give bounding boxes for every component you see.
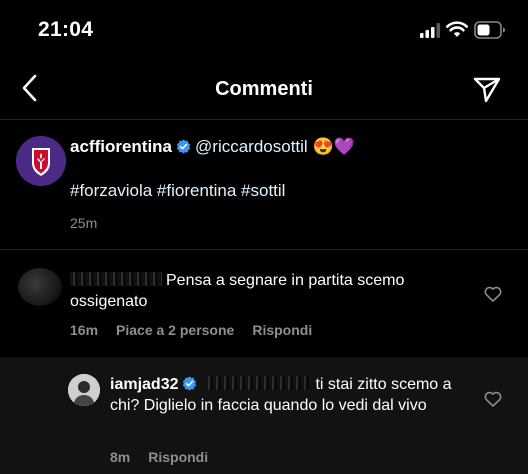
heart-icon[interactable] (484, 391, 502, 407)
send-icon[interactable] (472, 74, 502, 104)
caption-hashtags[interactable]: #forzaviola #fiorentina #sottil (70, 181, 285, 201)
reply-meta: 8m Rispondi (110, 449, 226, 465)
page-title: Commenti (215, 78, 313, 100)
caption-emojis: 😍💜 (312, 137, 355, 156)
wifi-icon (446, 21, 468, 37)
caption-username[interactable]: acffiorentina (70, 137, 172, 156)
avatar[interactable] (18, 268, 62, 306)
caption-time: 25m (70, 215, 98, 231)
heart-icon[interactable] (484, 286, 502, 302)
header-divider (0, 119, 528, 120)
cellular-signal-icon (420, 23, 440, 38)
battery-icon (474, 21, 505, 39)
avatar[interactable] (68, 374, 100, 406)
comment-likes-link[interactable]: Piace a 2 persone (116, 322, 234, 338)
caption-divider (0, 249, 528, 250)
avatar[interactable] (16, 136, 66, 186)
user-photo-icon (68, 374, 100, 406)
status-time: 21:04 (38, 18, 94, 41)
reply-time: 8m (110, 449, 131, 465)
reply-button[interactable]: Rispondi (252, 322, 312, 338)
comment-meta: 16m Piace a 2 persone Rispondi (70, 322, 330, 338)
fiorentina-logo-icon (16, 136, 66, 186)
verified-badge-icon (176, 139, 191, 154)
reply-text: iamjad32 ti stai zitto scemo a chi? Digl… (110, 376, 452, 414)
comment-time: 16m (70, 322, 99, 338)
caption-mention[interactable]: @riccardosottil (195, 137, 308, 156)
caption-header: acffiorentina @riccardosottil 😍💜 (70, 137, 355, 157)
verified-badge-icon (183, 376, 197, 391)
redacted-mention (205, 376, 312, 390)
comment-text: Pensa a segnare in partita scemo ossigen… (70, 272, 405, 310)
reply-username[interactable]: iamjad32 (110, 376, 178, 393)
reply-button[interactable]: Rispondi (148, 449, 208, 465)
